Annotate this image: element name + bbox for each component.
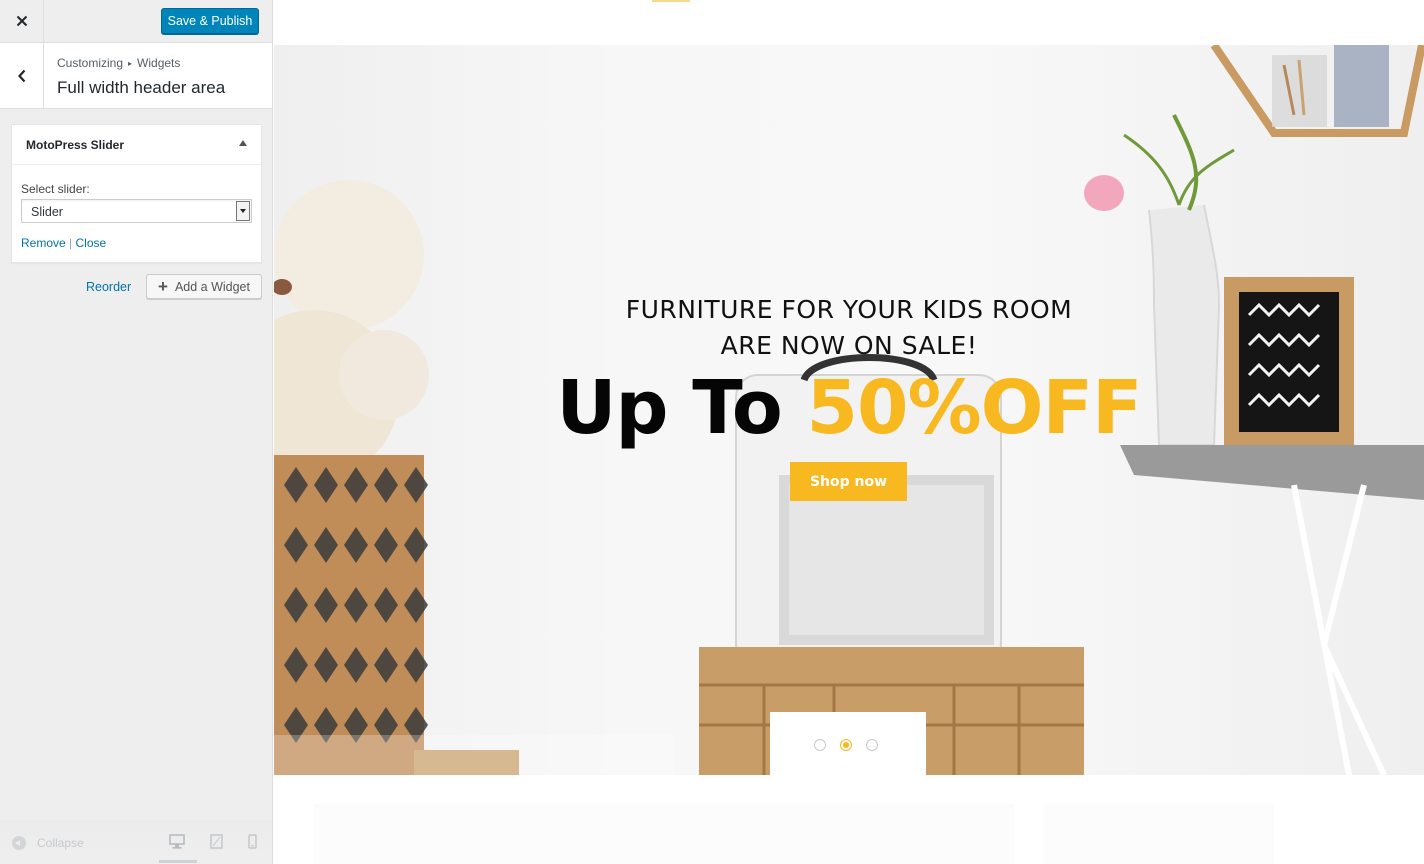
breadcrumb-child: Widgets: [137, 56, 181, 70]
add-widget-button[interactable]: + Add a Widget: [146, 274, 262, 299]
back-button[interactable]: [0, 43, 44, 108]
tablet-icon[interactable]: [210, 834, 223, 849]
shop-now-button[interactable]: Shop now: [790, 462, 907, 501]
hero-offer-text: Up To 50%OFF: [274, 365, 1424, 451]
slider-dot-2-active[interactable]: [840, 739, 852, 751]
hero-slider: FURNITURE FOR YOUR KIDS ROOM ARE NOW ON …: [274, 45, 1424, 775]
chevron-left-icon: [17, 69, 25, 82]
faded-content-block: [1044, 804, 1274, 864]
content-below-hero: [274, 776, 1424, 864]
faded-content-block: [314, 804, 1014, 864]
save-publish-button[interactable]: Save & Publish: [161, 8, 259, 34]
desktop-icon[interactable]: [169, 834, 185, 849]
active-device-indicator: [159, 860, 197, 863]
breadcrumb: Customizing ▸ Widgets: [57, 56, 180, 70]
site-preview: FURNITURE FOR YOUR KIDS ROOM ARE NOW ON …: [274, 0, 1424, 864]
site-logo[interactable]: [320, 0, 450, 14]
site-header: [274, 0, 1424, 44]
add-widget-label: Add a Widget: [174, 279, 250, 294]
slider-select[interactable]: Slider: [21, 199, 252, 223]
slider-dot-3[interactable]: [866, 739, 878, 751]
hero-heading-line1: FURNITURE FOR YOUR KIDS ROOM: [625, 295, 1073, 324]
hero-heading-line2: ARE NOW ON SALE!: [720, 331, 978, 360]
close-icon: [16, 15, 27, 27]
collapse-label: Collapse: [37, 836, 84, 850]
breadcrumb-root: Customizing: [57, 56, 124, 70]
slider-dot-1[interactable]: [814, 739, 826, 751]
hero-offer-prefix: Up To: [556, 365, 807, 451]
select-slider-label: Select slider:: [21, 182, 90, 196]
logo-graphic: [320, 0, 450, 7]
triangle-up-icon[interactable]: [239, 140, 247, 146]
section-header: Customizing ▸ Widgets Full width header ar…: [0, 43, 272, 109]
widget-title: MotoPress Slider: [26, 138, 125, 152]
hero-offer-highlight: 50%OFF: [806, 365, 1142, 451]
slider-select-value: Slider: [31, 205, 63, 219]
close-customizer-button[interactable]: [0, 0, 44, 42]
widget-card: MotoPress Slider Select slider: Slider R…: [11, 124, 262, 263]
menu-accent: [652, 0, 690, 2]
widget-actions: Remove | Close: [21, 236, 106, 250]
dropdown-arrow-icon[interactable]: [236, 201, 250, 221]
widget-header[interactable]: MotoPress Slider: [12, 125, 261, 165]
close-widget-link[interactable]: Close: [76, 236, 107, 250]
remove-widget-link[interactable]: Remove: [21, 236, 66, 250]
reorder-link[interactable]: Reorder: [86, 280, 131, 294]
collapse-icon: [12, 836, 26, 850]
slider-pagination: [770, 712, 926, 775]
customizer-footer: Collapse: [0, 820, 272, 864]
collapse-button[interactable]: Collapse: [12, 836, 84, 850]
customizer-panel: Save & Publish Customizing ▸ Widgets Full …: [0, 0, 273, 864]
customizer-header: Save & Publish: [0, 0, 272, 43]
section-title: Full width header area: [57, 78, 226, 97]
mobile-icon[interactable]: [248, 834, 257, 849]
plus-icon: +: [158, 277, 168, 296]
breadcrumb-arrow-icon: ▸: [128, 59, 133, 68]
link-separator: |: [69, 236, 73, 250]
